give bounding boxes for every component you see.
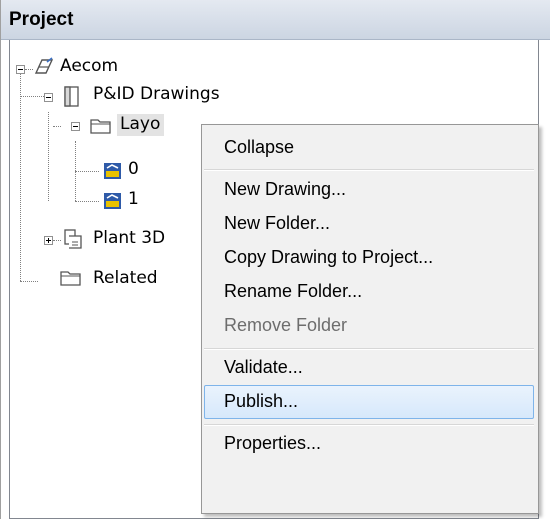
tree-connector: [75, 171, 99, 172]
tree-connector: [25, 69, 33, 70]
tree-item-label: 1: [128, 189, 139, 209]
menu-item-label: Properties...: [224, 433, 322, 453]
plant3d-icon: [64, 229, 82, 249]
panel-header: Project: [1, 0, 550, 40]
menu-separator: [204, 169, 534, 171]
tree-connector: [20, 96, 44, 97]
tree-connector: [20, 281, 38, 282]
collapse-toggle[interactable]: [16, 65, 25, 74]
menu-item-new-drawing[interactable]: New Drawing...: [204, 173, 534, 207]
menu-item-validate[interactable]: Validate...: [204, 351, 534, 385]
panel-title: Project: [9, 9, 74, 30]
tree-item-label: Plant 3D: [93, 228, 166, 248]
project-icon: [34, 57, 54, 74]
menu-item-new-folder[interactable]: New Folder...: [204, 207, 534, 241]
tree-connector: [20, 74, 21, 281]
tree-connector: [48, 112, 49, 201]
collapse-toggle[interactable]: [44, 93, 53, 102]
menu-item-label: Rename Folder...: [224, 281, 363, 301]
tree-connector: [53, 126, 61, 127]
menu-item-collapse[interactable]: Collapse: [204, 131, 534, 165]
menu-item-label: New Folder...: [224, 213, 331, 233]
menu-item-remove-folder: Remove Folder: [204, 309, 534, 343]
tree-item-label: 0: [128, 159, 139, 179]
tree-item-label: Related: [93, 268, 158, 288]
menu-item-label: Collapse: [224, 137, 295, 157]
tree-item-label: Aecom: [60, 56, 119, 76]
tree-connector: [75, 201, 99, 202]
folder-icon: [90, 119, 111, 134]
menu-item-label: Validate...: [224, 357, 303, 377]
context-menu: Collapse New Drawing... New Folder... Co…: [201, 124, 539, 514]
menu-separator: [204, 424, 534, 426]
drawing-file-icon: [104, 193, 121, 209]
menu-item-rename-folder[interactable]: Rename Folder...: [204, 275, 534, 309]
menu-item-label: Copy Drawing to Project...: [224, 247, 434, 267]
menu-item-label: Publish...: [224, 391, 299, 411]
expand-toggle[interactable]: [44, 236, 53, 245]
collapse-toggle[interactable]: [71, 122, 80, 131]
menu-separator: [204, 348, 534, 350]
tree-item-label: P&ID Drawings: [93, 84, 220, 104]
menu-item-label: Remove Folder: [224, 315, 348, 335]
drawing-file-icon: [104, 163, 121, 179]
tree-connector: [53, 240, 61, 241]
menu-item-properties[interactable]: Properties...: [204, 427, 534, 461]
drawings-folder-icon: [64, 86, 79, 107]
menu-item-copy-drawing[interactable]: Copy Drawing to Project...: [204, 241, 534, 275]
tree-item-label: Layo: [117, 114, 165, 136]
folder-icon: [60, 271, 81, 286]
menu-item-label: New Drawing...: [224, 179, 347, 199]
menu-item-publish[interactable]: Publish...: [204, 385, 534, 419]
